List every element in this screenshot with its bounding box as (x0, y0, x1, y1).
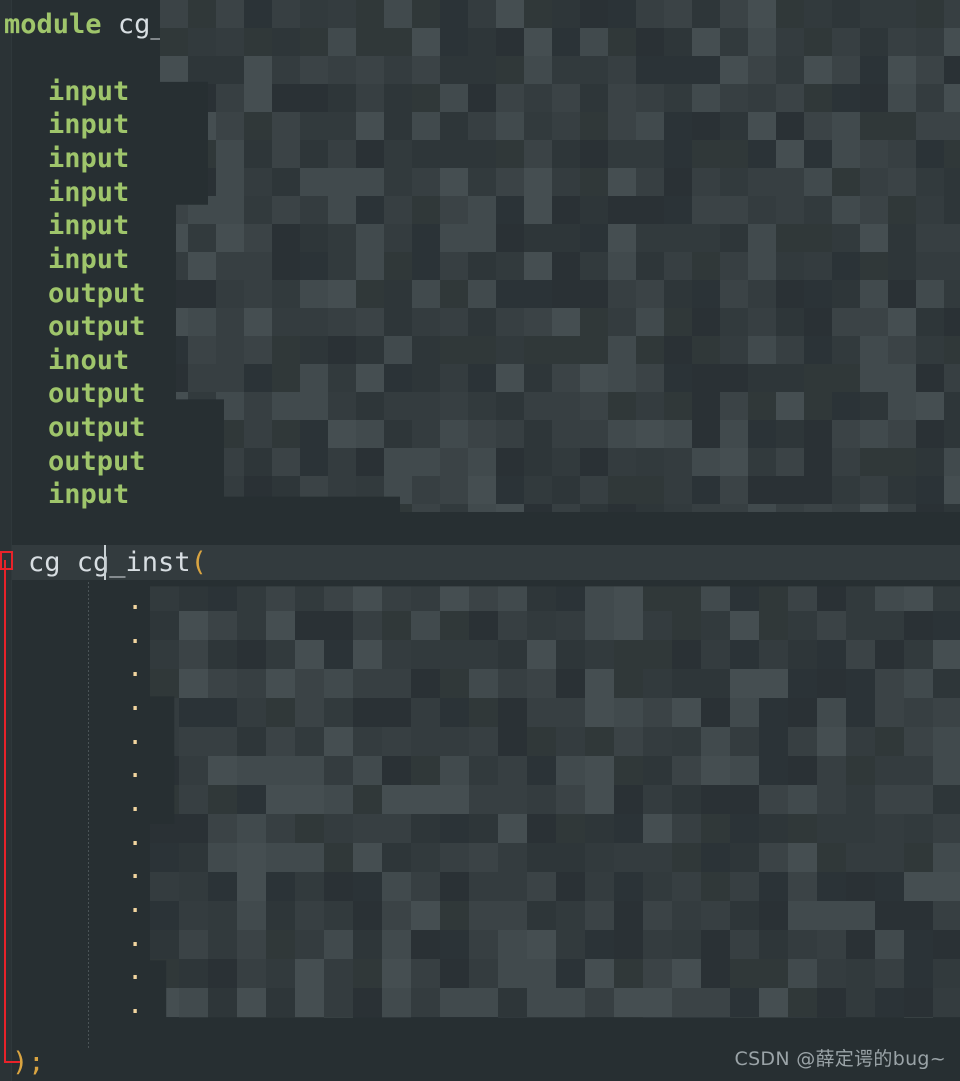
red-marker-box (0, 551, 13, 570)
port-connection-line[interactable]: . (127, 921, 143, 955)
port-direction-keyword: output (48, 278, 146, 309)
red-vertical-rule (4, 560, 6, 1063)
port-decl-line[interactable]: input (48, 243, 129, 277)
port-connection-dot: . (127, 787, 144, 818)
port-connection-line[interactable]: . (127, 786, 143, 820)
port-direction-keyword: input (48, 177, 130, 208)
port-connection-dot: . (127, 686, 144, 717)
port-connection-dot: . (127, 619, 144, 650)
port-decl-line[interactable]: input (48, 75, 129, 109)
code-editor[interactable]: module cg_top input input input input in… (0, 0, 960, 1081)
port-direction-keyword: output (48, 412, 146, 443)
port-connection-line[interactable]: . (127, 584, 143, 618)
code-line-module[interactable]: module cg_top (4, 8, 215, 42)
port-direction-keyword: inout (48, 345, 130, 376)
port-connection-line[interactable]: . (127, 719, 143, 753)
port-connection-dot: . (127, 989, 144, 1020)
red-bottom-tick (4, 1061, 20, 1063)
port-connection-dot: . (127, 888, 144, 919)
instance-type: cg (28, 547, 61, 578)
csdn-watermark: CSDN @薛定谔的bug~ (734, 1048, 946, 1070)
port-direction-keyword: input (48, 210, 130, 241)
open-paren: ( (190, 547, 207, 578)
port-connection-dot: . (127, 720, 144, 751)
port-connection-line[interactable]: . (127, 887, 143, 921)
module-name: cg_top (117, 9, 216, 40)
port-direction-keyword: input (48, 109, 130, 140)
port-connection-dot: . (127, 922, 144, 953)
port-connection-line[interactable]: . (127, 820, 143, 854)
port-connection-line[interactable]: . (127, 988, 143, 1022)
port-decl-line[interactable]: output (48, 411, 146, 445)
port-decl-line[interactable]: input (48, 176, 129, 210)
port-direction-keyword: input (48, 76, 130, 107)
port-connection-dot: . (127, 585, 144, 616)
port-connection-dot: . (127, 753, 144, 784)
port-connection-line[interactable]: . (127, 954, 143, 988)
port-decl-line[interactable]: input (48, 108, 129, 142)
instance-name: cg_inst (76, 547, 191, 578)
port-direction-keyword: output (48, 311, 146, 342)
port-connection-line[interactable]: . (127, 618, 143, 652)
port-decl-line[interactable]: output (48, 377, 146, 411)
keyword-module: module (4, 9, 102, 40)
text-cursor (104, 545, 106, 580)
port-direction-keyword: input (48, 143, 130, 174)
port-decl-line[interactable]: output (48, 445, 146, 479)
port-connection-dot: . (127, 821, 144, 852)
port-decl-line[interactable]: input (48, 478, 129, 512)
port-connection-dot: . (127, 955, 144, 986)
port-decl-line[interactable]: input (48, 209, 129, 243)
port-connection-dot: . (127, 652, 144, 683)
port-direction-keyword: output (48, 446, 146, 477)
port-decl-line[interactable]: inout (48, 344, 129, 378)
semicolon: ; (28, 1047, 45, 1078)
port-connection-dot: . (127, 854, 144, 885)
port-connection-line[interactable]: . (127, 651, 143, 685)
code-text-layer[interactable]: module cg_top input input input input in… (0, 0, 960, 1081)
port-decl-line[interactable]: input (48, 142, 129, 176)
port-direction-keyword: input (48, 479, 130, 510)
code-line-instance[interactable]: cg cg_inst( (28, 546, 207, 580)
port-direction-keyword: input (48, 244, 130, 275)
port-direction-keyword: output (48, 378, 146, 409)
port-connection-line[interactable]: . (127, 853, 143, 887)
port-connection-line[interactable]: . (127, 752, 143, 786)
port-decl-line[interactable]: output (48, 277, 146, 311)
port-connection-line[interactable]: . (127, 685, 143, 719)
port-decl-line[interactable]: output (48, 310, 146, 344)
